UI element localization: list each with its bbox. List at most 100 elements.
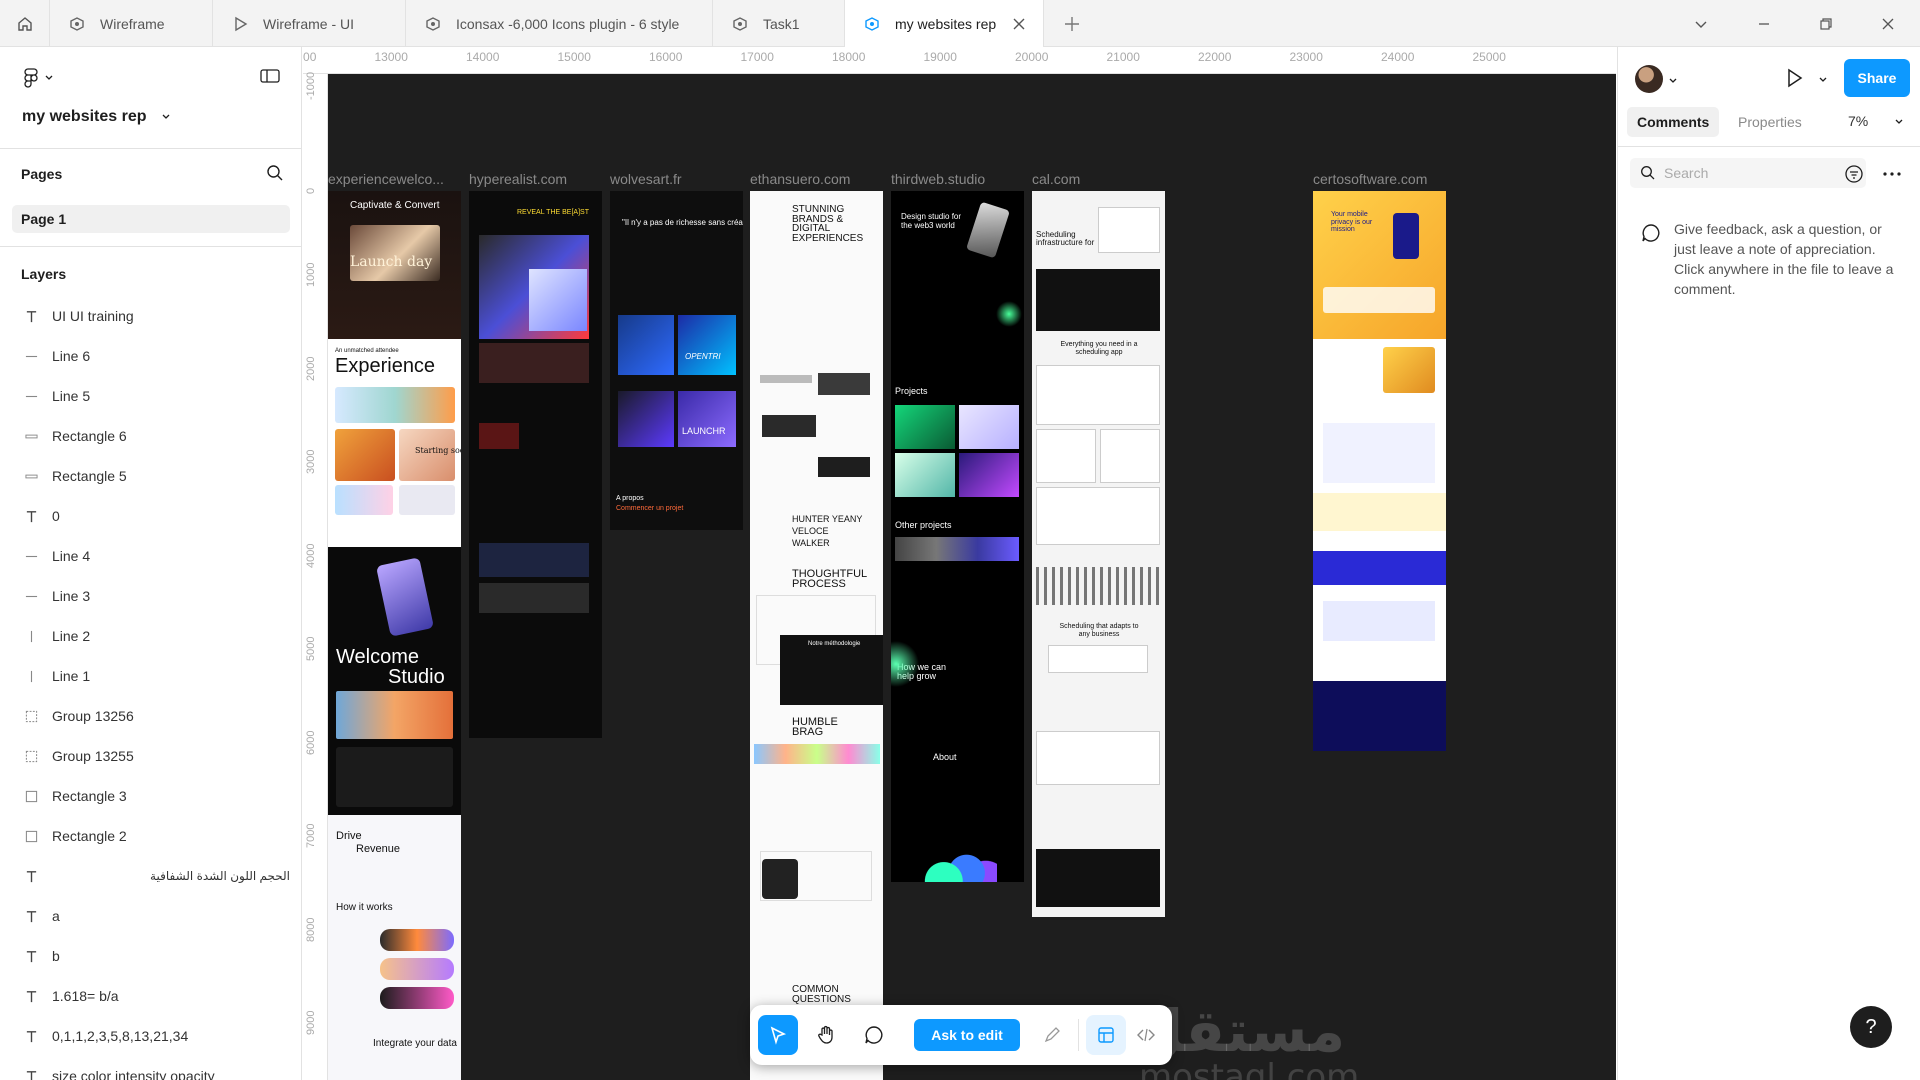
layer-item[interactable]: Line 6: [0, 336, 302, 376]
rectangle-layer-icon: [24, 429, 38, 443]
figjam-icon: [865, 17, 879, 31]
restore-icon: [1820, 17, 1832, 30]
figjam-icon: [733, 16, 747, 31]
frame-text: WALKER: [792, 538, 830, 548]
frame-ethansuero[interactable]: STUNNING BRANDS & DIGITAL EXPERIENCES HU…: [750, 191, 883, 1080]
right-panel: Share Comments Properties 7% Search Give…: [1617, 47, 1920, 1080]
file-name-menu[interactable]: my websites rep: [22, 108, 171, 126]
frame-text: Scheduling that adapts to any business: [1059, 623, 1139, 638]
page-item-page-1[interactable]: Page 1: [12, 205, 290, 233]
layer-item[interactable]: Group 13255: [0, 736, 302, 776]
tab-wireframe[interactable]: Wireframe: [50, 0, 213, 47]
comment-icon: [865, 1026, 883, 1044]
draw-tool-button[interactable]: [1032, 1015, 1072, 1055]
tab-iconsax[interactable]: Iconsax -6,000 Icons plugin - 6 style: [406, 0, 713, 47]
layer-item[interactable]: Line 5: [0, 376, 302, 416]
layer-item[interactable]: Rectangle 6: [0, 416, 302, 456]
move-tool-button[interactable]: [758, 1015, 798, 1055]
watermark-latin: mostaql.com: [1139, 1057, 1360, 1080]
chevron-down-icon[interactable]: [1668, 76, 1678, 86]
comments-empty-message: Give feedback, ask a question, or just l…: [1674, 221, 1894, 297]
frame-label[interactable]: wolvesart.fr: [610, 171, 743, 187]
close-icon: [1882, 18, 1894, 29]
code-view-button[interactable]: [1126, 1015, 1166, 1055]
layer-item[interactable]: Rectangle 2: [0, 816, 302, 856]
frame-text: Commencer un projet: [616, 505, 684, 512]
frame-thirdweb[interactable]: Design studio for the web3 world Project…: [891, 191, 1024, 882]
layer-item[interactable]: 0,1,1,2,3,5,8,13,21,34: [0, 1016, 302, 1056]
ruler-vertical: -1000 0 1000 2000 3000 4000 5000 6000 7000 8000 90…: [303, 72, 328, 1080]
new-tab-button[interactable]: [1046, 0, 1098, 47]
layer-item[interactable]: a: [0, 896, 302, 936]
layer-item[interactable]: 0: [0, 496, 302, 536]
frame-experiencewelcome[interactable]: Captivate & Convert Launch day An unmatc…: [328, 191, 461, 1080]
frame-text: An unmatched attendee: [335, 348, 399, 354]
tab-my-websites-rep[interactable]: my websites rep: [845, 0, 1044, 48]
layer-item[interactable]: الحجم اللون الشدة الشفافية: [0, 856, 302, 896]
frame-label[interactable]: certosoftware.com: [1313, 171, 1446, 187]
group-layer-icon: [24, 749, 38, 763]
minimize-button[interactable]: [1738, 0, 1790, 47]
restore-button[interactable]: [1800, 0, 1852, 47]
tab-wireframe-ui[interactable]: Wireframe - UI: [213, 0, 406, 47]
search-pages-button[interactable]: [266, 164, 284, 185]
layer-item[interactable]: 1.618= b/a: [0, 976, 302, 1016]
frame-cal[interactable]: Scheduling infrastructure for Everything…: [1032, 191, 1165, 917]
window-close-button[interactable]: [1862, 0, 1914, 47]
layer-item[interactable]: Rectangle 3: [0, 776, 302, 816]
more-icon[interactable]: [1882, 167, 1902, 181]
layer-item[interactable]: Group 13256: [0, 696, 302, 736]
close-icon[interactable]: [1011, 16, 1027, 32]
chevron-down-icon[interactable]: [1894, 117, 1904, 127]
share-button[interactable]: Share: [1844, 59, 1910, 97]
ruler-tick-label: 3000: [305, 449, 317, 474]
chevron-down-icon[interactable]: [1818, 75, 1828, 85]
layer-item[interactable]: UI UI training: [0, 296, 302, 336]
frame-label[interactable]: thirdweb.studio: [891, 171, 1024, 187]
frame-text: Notre méthodologie: [808, 641, 861, 647]
comment-search-field[interactable]: Search: [1630, 158, 1866, 188]
tab-comments[interactable]: Comments: [1627, 107, 1720, 137]
zoom-level[interactable]: 7%: [1848, 113, 1868, 129]
frame-label[interactable]: hyperealist.com: [469, 171, 602, 187]
tab-properties[interactable]: Properties: [1728, 107, 1812, 137]
tab-task1[interactable]: Task1: [713, 0, 845, 47]
home-button[interactable]: [0, 0, 50, 47]
tabs-dropdown-button[interactable]: [1675, 0, 1727, 47]
line-layer-icon: [24, 629, 38, 643]
filter-icon[interactable]: [1844, 164, 1864, 184]
present-icon[interactable]: [1784, 67, 1804, 89]
dev-mode-icon: [1098, 1027, 1114, 1043]
hand-tool-button[interactable]: [806, 1015, 846, 1055]
layer-name: 0: [52, 508, 60, 524]
ruler-tick-label: 6000: [305, 730, 317, 755]
comment-tool-button[interactable]: [854, 1015, 894, 1055]
text-layer-icon: [24, 989, 38, 1003]
layer-item[interactable]: Rectangle 5: [0, 456, 302, 496]
avatar[interactable]: [1635, 65, 1663, 93]
layer-name: Rectangle 5: [52, 468, 127, 484]
main-menu-button[interactable]: [22, 67, 54, 89]
layer-item[interactable]: Line 2: [0, 616, 302, 656]
layer-item[interactable]: size color intensity opacity: [0, 1056, 302, 1080]
layer-item[interactable]: b: [0, 936, 302, 976]
toggle-sidebar-button[interactable]: [259, 67, 281, 88]
frame-hyperealist[interactable]: REVEAL THE BE[A]ST: [469, 191, 602, 738]
frame-certosoftware[interactable]: Your mobile privacy is our mission: [1313, 191, 1446, 751]
plus-icon: [1065, 16, 1079, 31]
ask-to-edit-button[interactable]: Ask to edit: [914, 1019, 1020, 1051]
frame-label[interactable]: ethansuero.com: [750, 171, 883, 187]
frame-label[interactable]: cal.com: [1032, 171, 1165, 187]
ruler-tick-label: 22000: [1198, 50, 1232, 64]
frame-label[interactable]: experiencewelco...: [328, 171, 461, 187]
layer-item[interactable]: Line 4: [0, 536, 302, 576]
layer-item[interactable]: Line 1: [0, 656, 302, 696]
ruler-tick-label: 17000: [740, 50, 774, 64]
dev-mode-toggle[interactable]: [1086, 1015, 1126, 1055]
frame-wolvesart[interactable]: "Il n'y a pas de richesse sans créativit…: [610, 191, 743, 530]
layer-name: Rectangle 3: [52, 788, 127, 804]
layer-item[interactable]: Line 3: [0, 576, 302, 616]
ruler-tick-label: 7000: [305, 823, 317, 848]
canvas[interactable]: 12000 13000 14000 15000 16000 17000 18000 19000…: [303, 47, 1616, 1080]
help-button[interactable]: ?: [1850, 1006, 1892, 1048]
